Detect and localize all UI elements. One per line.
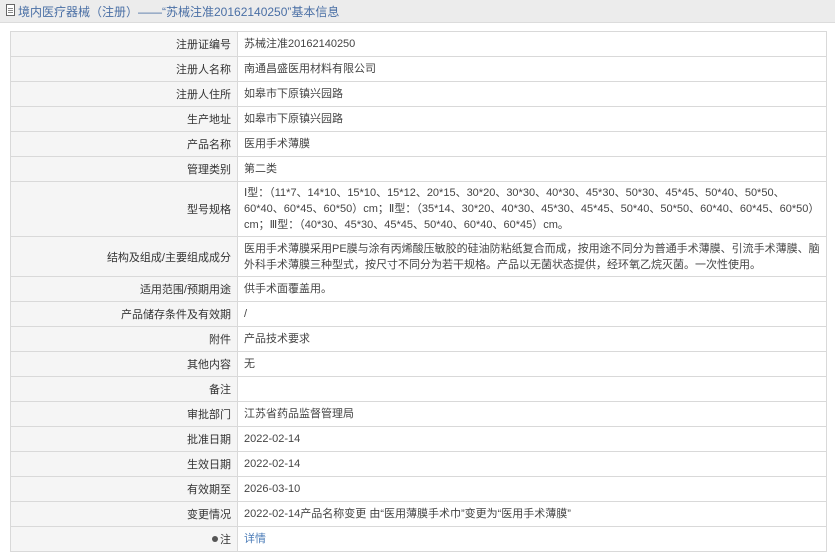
field-value: 如皋市下原镇兴园路: [237, 81, 827, 107]
field-label: 生产地址: [10, 106, 238, 132]
info-table: 注册证编号 苏械注准20162140250 注册人名称 南通昌盛医用材料有限公司 注…: [10, 31, 827, 552]
field-value: 第二类: [237, 156, 827, 182]
field-value: 2022-02-14: [237, 426, 827, 452]
field-label: 有效期至: [10, 476, 238, 502]
field-label: 注册人名称: [10, 56, 238, 82]
field-value: [237, 376, 827, 402]
field-label: 管理类别: [10, 156, 238, 182]
header-bar: 境内医疗器械（注册）——“苏械注准20162140250”基本信息: [0, 0, 835, 23]
field-label: 适用范围/预期用途: [10, 276, 238, 302]
field-label: 产品名称: [10, 131, 238, 157]
field-label: 产品储存条件及有效期: [10, 301, 238, 327]
field-value: 产品技术要求: [237, 326, 827, 352]
field-value: 江苏省药品监督管理局: [237, 401, 827, 427]
field-value: 2026-03-10: [237, 476, 827, 502]
note-label: 注: [10, 526, 238, 552]
field-label: 生效日期: [10, 451, 238, 477]
note-label-text: 注: [220, 534, 231, 546]
note-value: 详情: [237, 526, 827, 552]
details-link[interactable]: 详情: [244, 533, 266, 545]
field-label: 审批部门: [10, 401, 238, 427]
field-label: 结构及组成/主要组成成分: [10, 236, 238, 277]
field-value: 医用手术薄膜: [237, 131, 827, 157]
field-label: 型号规格: [10, 181, 238, 237]
page-title: 境内医疗器械（注册）——“苏械注准20162140250”基本信息: [18, 5, 340, 19]
field-label: 注册证编号: [10, 31, 238, 57]
field-label: 批准日期: [10, 426, 238, 452]
field-value: 医用手术薄膜采用PE膜与涂有丙烯酸压敏胶的硅油防粘纸复合而成，按用途不同分为普通…: [237, 236, 827, 277]
field-value: /: [237, 301, 827, 327]
document-icon: [6, 4, 15, 16]
field-value: 如皋市下原镇兴园路: [237, 106, 827, 132]
field-label: 注册人住所: [10, 81, 238, 107]
field-label: 变更情况: [10, 501, 238, 527]
field-label: 其他内容: [10, 351, 238, 377]
field-label: 附件: [10, 326, 238, 352]
field-value: 无: [237, 351, 827, 377]
info-table-container: 注册证编号 苏械注准20162140250 注册人名称 南通昌盛医用材料有限公司 注…: [10, 31, 827, 552]
field-value: 南通昌盛医用材料有限公司: [237, 56, 827, 82]
pin-icon: [212, 536, 218, 542]
field-value: Ⅰ型：（11*7、14*10、15*10、15*12、20*15、30*20、3…: [237, 181, 827, 237]
field-value: 供手术面覆盖用。: [237, 276, 827, 302]
field-value: 2022-02-14产品名称变更 由“医用薄膜手术巾”变更为“医用手术薄膜”: [237, 501, 827, 527]
field-value: 2022-02-14: [237, 451, 827, 477]
field-value: 苏械注准20162140250: [237, 31, 827, 57]
field-label: 备注: [10, 376, 238, 402]
